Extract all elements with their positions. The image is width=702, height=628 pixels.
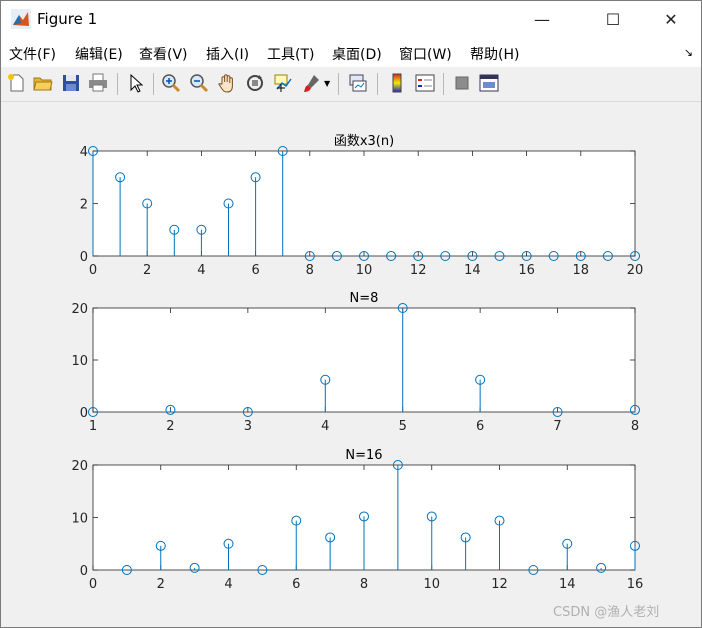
x-tick-label: 18 xyxy=(573,263,590,278)
x-tick-label: 6 xyxy=(476,419,484,434)
menu-window[interactable]: 窗口(W) xyxy=(399,44,452,64)
open-file-icon[interactable] xyxy=(32,72,54,94)
x-tick-label: 16 xyxy=(627,577,644,592)
x-tick-label: 4 xyxy=(321,419,329,434)
y-tick-label: 4 xyxy=(80,145,88,160)
menu-tools[interactable]: 工具(T) xyxy=(267,44,314,64)
x-tick-label: 8 xyxy=(631,419,639,434)
menu-insert[interactable]: 插入(I) xyxy=(206,44,249,64)
x-tick-label: 16 xyxy=(518,263,535,278)
menu-desktop[interactable]: 桌面(D) xyxy=(332,44,382,64)
x-tick-label: 6 xyxy=(251,263,259,278)
hide-tools-icon[interactable] xyxy=(451,72,473,94)
new-figure-icon[interactable] xyxy=(6,72,28,94)
close-button[interactable]: ✕ xyxy=(648,1,694,39)
figure-window: Figure 1 — ☐ ✕ 文件(F) 编辑(E) 查看(V) 插入(I) 工… xyxy=(0,0,702,628)
y-tick-label: 10 xyxy=(71,354,88,369)
brush-icon[interactable] xyxy=(300,72,322,94)
link-plot-icon[interactable] xyxy=(347,72,369,94)
rotate-3d-icon[interactable] xyxy=(244,72,266,94)
menu-help[interactable]: 帮助(H) xyxy=(470,44,519,64)
x-tick-label: 7 xyxy=(553,419,561,434)
brush-dropdown-icon[interactable]: ▼ xyxy=(324,79,330,88)
menu-view[interactable]: 查看(V) xyxy=(139,44,188,64)
x-tick-label: 2 xyxy=(157,577,165,592)
x-tick-label: 2 xyxy=(166,419,174,434)
x-tick-label: 1 xyxy=(89,419,97,434)
watermark: CSDN @渔人老刘 xyxy=(553,605,660,620)
subplot-title: N=8 xyxy=(350,291,379,306)
data-cursor-icon[interactable] xyxy=(272,72,294,94)
menu-file[interactable]: 文件(F) xyxy=(9,44,56,64)
dock-figure-icon[interactable] xyxy=(478,72,500,94)
title-bar: Figure 1 — ☐ ✕ xyxy=(1,1,701,39)
figure-canvas: 函数x3(n)0 2 4 6 8 10 12 14 16 18 20024N=81 2 3 4 5 6 7 801… xyxy=(1,102,701,627)
x-tick-label: 20 xyxy=(627,263,644,278)
x-tick-label: 8 xyxy=(360,577,368,592)
subplot-1[interactable]: 函数x3(n) 0 2 4 6 8 10 12 14 16 18 20 0 2 4 xyxy=(80,134,644,278)
y-tick-label: 2 xyxy=(80,198,88,213)
x-tick-label: 12 xyxy=(410,263,427,278)
x-tick-label: 10 xyxy=(356,263,373,278)
y-tick-label: 0 xyxy=(80,250,88,265)
subplot-title: N=16 xyxy=(345,448,382,463)
zoom-out-icon[interactable] xyxy=(188,72,210,94)
x-tick-label: 8 xyxy=(306,263,314,278)
x-tick-label: 5 xyxy=(399,419,407,434)
x-tick-label: 0 xyxy=(89,577,97,592)
x-tick-label: 10 xyxy=(423,577,440,592)
x-tick-label: 6 xyxy=(292,577,300,592)
x-tick-label: 12 xyxy=(491,577,508,592)
y-tick-label: 20 xyxy=(71,302,88,317)
y-tick-label: 0 xyxy=(80,564,88,579)
legend-icon[interactable] xyxy=(414,72,436,94)
toolbar: ▼ xyxy=(1,67,701,102)
dock-arrow-icon[interactable]: ↘ xyxy=(684,46,693,59)
subplot-3[interactable]: N=16 0 2 4 6 8 10 12 14 16 0 10 20 xyxy=(71,448,643,592)
menu-bar: 文件(F) 编辑(E) 查看(V) 插入(I) 工具(T) 桌面(D) 窗口(W… xyxy=(1,39,701,67)
window-title: Figure 1 xyxy=(37,10,98,28)
subplot-2[interactable]: N=8 1 2 3 4 5 6 7 8 0 10 20 xyxy=(71,291,640,434)
x-tick-label: 2 xyxy=(143,263,151,278)
maximize-button[interactable]: ☐ xyxy=(590,1,636,39)
save-icon[interactable] xyxy=(60,72,82,94)
select-arrow-icon[interactable] xyxy=(125,72,147,94)
y-tick-label: 20 xyxy=(71,459,88,474)
menu-edit[interactable]: 编辑(E) xyxy=(75,44,123,64)
x-tick-label: 0 xyxy=(89,263,97,278)
axes-box xyxy=(92,307,636,413)
y-tick-label: 0 xyxy=(80,406,88,421)
x-tick-label: 3 xyxy=(244,419,252,434)
zoom-in-icon[interactable] xyxy=(160,72,182,94)
x-tick-label: 14 xyxy=(559,577,576,592)
minimize-button[interactable]: — xyxy=(519,1,565,39)
x-tick-label: 14 xyxy=(464,263,481,278)
subplot-title: 函数x3(n) xyxy=(334,134,394,149)
matlab-logo-icon xyxy=(11,9,31,29)
pan-hand-icon[interactable] xyxy=(216,72,238,94)
x-tick-label: 4 xyxy=(197,263,205,278)
print-icon[interactable] xyxy=(87,72,109,94)
y-tick-label: 10 xyxy=(71,512,88,527)
colorbar-icon[interactable] xyxy=(386,72,408,94)
x-tick-label: 4 xyxy=(224,577,232,592)
